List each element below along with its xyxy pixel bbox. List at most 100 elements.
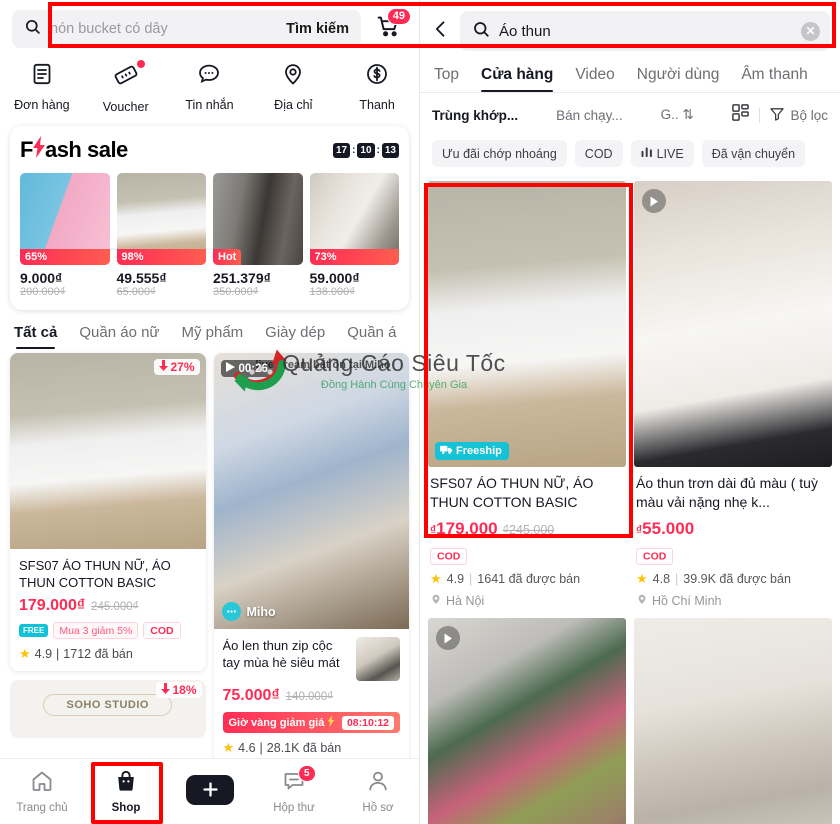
freeship-tag: FREE [19,624,49,637]
flash-sale-item[interactable]: Hot 251.379₫ 350.000₫ [213,173,303,298]
quick-action-label: Voucher [102,100,149,114]
product-card[interactable]: Áo len thun zip cộc tay mùa hè siêu mát … [634,618,832,824]
category-tab-my-pham[interactable]: Mỹ phẩm [181,324,243,341]
video-product-card[interactable]: livestream bắt ồn tại Miho 00:26 Miho Áo… [213,353,409,765]
filter-button[interactable]: Bộ lọc [769,106,828,125]
left-product-grid: 27% SFS07 ÁO THUN NỮ, ÁO THUN COTTON BAS… [0,341,419,774]
nav-item-create[interactable] [168,774,252,809]
close-circle-icon[interactable]: ✕ [801,21,820,41]
tab-nguoi-dung[interactable]: Người dùng [637,66,720,92]
funnel-icon [769,106,785,125]
product-card[interactable]: Freeship SFS07 ÁO THUN NỮ, ÁO THUN COTTO… [428,181,626,608]
category-tab-quan-ao-nu[interactable]: Quần áo nữ [79,324,159,341]
discount-badge: 18% [156,682,202,698]
flash-sale-item[interactable]: 98% 49.555₫ 65.000₫ [116,173,206,298]
cart-button[interactable]: 49 [369,8,411,48]
tab-am-thanh[interactable]: Âm thanh [741,66,807,92]
product-image [634,181,832,467]
play-icon [225,362,235,375]
nav-item-shop[interactable]: Shop [84,769,168,814]
chip-uu-dai-chop-nhoang[interactable]: Ưu đãi chớp nhoáng [432,140,567,167]
quick-action-thanh-toan[interactable]: Thanh [335,62,419,114]
product-location: Hồ Chí Minh [652,593,722,608]
product-card[interactable]: 27% SFS07 ÁO THUN NỮ, ÁO THUN COTTON BAS… [10,353,206,671]
countdown-sep: : [352,144,356,156]
grid-view-icon[interactable] [731,103,750,127]
flash-sale-item[interactable]: 73% 59.000₫ 138.000₫ [309,173,399,298]
nav-item-trang-chu[interactable]: Trang chủ [0,769,84,814]
product-thumbnail [356,637,400,681]
play-icon[interactable] [642,189,666,213]
product-card[interactable]: Ducminh2712 · Chang'gg Clothes Áo Phông … [428,618,626,824]
flash-item-price: 251.379₫ [213,270,271,286]
flash-item-old-price: 138.000₫ [309,286,355,298]
flash-sale-item[interactable]: 65% 9.000₫ 200.000₫ [20,173,110,298]
left-phone-screen: nón bucket có dây Tìm kiếm 49 Đơn hàng V… [0,0,420,824]
tab-top[interactable]: Top [434,66,459,92]
rating-separator: | [675,572,679,586]
back-button[interactable] [428,19,454,44]
flash-item-old-price: 200.000₫ [20,286,66,298]
sort-divider [759,107,761,123]
product-price-row: 179.000₫ 245.000₫ [19,597,197,615]
golden-hour-label-wrap: Giờ vàng giảm giá [229,715,336,730]
sort-trung-khop[interactable]: Trùng khớp... [432,108,518,123]
product-sold-count: 28.1K đã bán [266,741,342,755]
search-submit-button[interactable]: Tìm kiếm [286,21,349,37]
tab-video[interactable]: Video [575,66,614,92]
plus-icon[interactable] [181,774,239,805]
product-sold-count: 39.9K đã được bán [683,572,791,586]
product-price-row: ₫55.000 [636,519,830,539]
golden-hour-label: Giờ vàng giảm giá [228,716,325,729]
discount-value: 18% [172,683,197,697]
cart-badge: 49 [386,8,411,25]
product-old-price: 140.000₫ [285,691,334,703]
flash-item-old-price: 350.000₫ [213,286,259,298]
countdown-minutes: 10 [357,142,375,158]
sort-ban-chay[interactable]: Bán chạy... [556,108,623,123]
product-card-soho[interactable]: 18% SOHO STUDIO [10,680,206,738]
search-input[interactable]: Áo thun ✕ [460,11,830,51]
video-duration-badge: 00:26 [220,360,275,377]
quick-action-voucher[interactable]: Voucher [84,60,168,114]
flash-item-discount: 73% [309,249,399,265]
nav-item-hop-thu[interactable]: 5 Hộp thư [252,765,336,814]
quick-action-don-hang[interactable]: Đơn hàng [0,62,84,114]
product-info: Áo thun trơn dài đủ màu ( tuỳ màu vải nặ… [634,467,832,608]
flash-title-suffix: ash sale [44,137,128,162]
promo-tag: Mua 3 giảm 5% [53,622,139,639]
flash-item-discount: Hot [213,249,242,265]
golden-hour-banner: Giờ vàng giảm giá 08:10:12 [222,712,400,733]
left-grid-column-2: livestream bắt ồn tại Miho 00:26 Miho Áo… [213,353,409,774]
rating-separator: | [259,741,263,755]
flash-sale-card[interactable]: F ash sale 17 : 10 : 13 65% 9.000₫ 200.0… [10,126,409,310]
tab-cua-hang[interactable]: Cửa hàng [481,66,554,92]
countdown-sep: : [376,144,380,156]
video-author[interactable]: Miho [221,602,276,621]
chip-cod[interactable]: COD [574,140,623,167]
nav-item-ho-so[interactable]: Hồ sơ [336,769,419,814]
left-search-input[interactable]: nón bucket có dây Tìm kiếm [12,10,361,48]
discount-badge: 27% [154,359,200,375]
sort-gia[interactable]: G.. ⇅ [661,107,694,123]
play-icon[interactable] [436,626,460,650]
product-card[interactable]: Áo thun trơn dài đủ màu ( tuỳ màu vải nặ… [634,181,832,608]
chevron-left-icon [431,19,451,44]
category-tab-quan-ao[interactable]: Quần á [347,324,396,341]
right-grid-column-1: Freeship SFS07 ÁO THUN NỮ, ÁO THUN COTTO… [428,181,626,824]
product-info: SFS07 ÁO THUN NỮ, ÁO THUN COTTON BASIC 1… [10,549,206,671]
quick-action-label: Thanh [359,98,395,112]
quick-action-tin-nhan[interactable]: Tin nhắn [168,62,252,114]
product-rating-row: ★ 4.8 | 39.9K đã được bán [636,571,830,587]
chip-live[interactable]: LIVE [630,140,694,167]
sort-gia-label: G.. [660,107,679,122]
product-image: 27% [10,353,206,549]
quick-action-dia-chi[interactable]: Địa chỉ [251,62,335,114]
quick-action-label: Đơn hàng [14,98,70,112]
right-phone-screen: Áo thun ✕ Top Cửa hàng Video Người dùng … [420,0,840,824]
cod-tag: COD [636,547,674,565]
chip-da-van-chuyen[interactable]: Đã vận chuyển [701,140,806,167]
category-tab-giay-dep[interactable]: Giày dép [265,324,325,341]
category-tab-tat-ca[interactable]: Tất cả [14,324,57,349]
product-old-price: ₫245.000 [502,523,555,537]
